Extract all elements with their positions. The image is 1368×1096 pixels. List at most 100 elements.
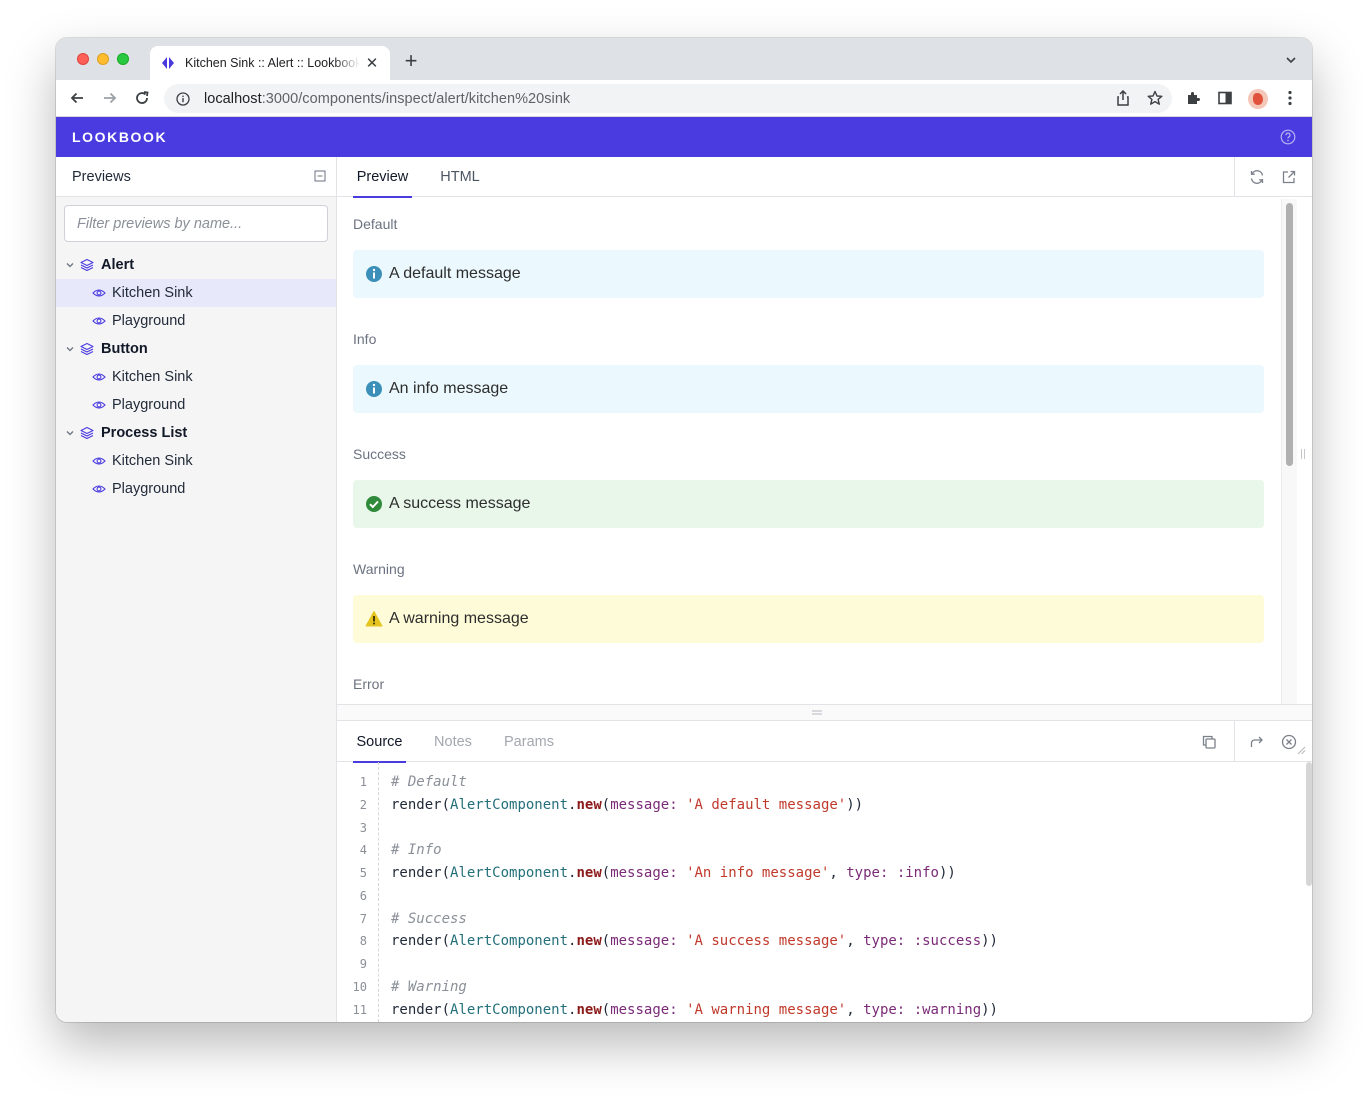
main-panel: Preview HTML Default A default message I… — [337, 157, 1312, 1022]
source-code-viewer: 1 # Default 2 render(AlertComponent.new(… — [337, 762, 1312, 1022]
code-paren: ( — [601, 933, 611, 949]
line-number: 9 — [359, 957, 367, 971]
code-line: 9 — [337, 954, 1312, 974]
drag-handle-icon[interactable] — [811, 709, 823, 716]
tab-title: Kitchen Sink :: Alert :: Lookbook — [185, 56, 360, 70]
resize-handle-icon[interactable] — [1300, 448, 1306, 460]
chevron-down-icon — [66, 347, 74, 352]
tree-item-alert-kitchen-sink[interactable]: Kitchen Sink — [56, 279, 336, 307]
sidebar-header: Previews — [56, 157, 336, 197]
tree-item-label: Kitchen Sink — [112, 369, 193, 385]
reload-icon[interactable] — [133, 89, 151, 107]
info-circle-icon — [366, 266, 382, 282]
section-label-success: Success — [353, 446, 406, 462]
tree-group-label: Process List — [101, 425, 188, 441]
previews-sidebar: Previews Alert Kitchen Sink Playground — [56, 157, 337, 1022]
tree-group-alert[interactable]: Alert — [56, 251, 336, 279]
forward-arrow-icon[interactable] — [101, 89, 119, 107]
open-in-new-window-icon[interactable] — [1281, 169, 1297, 185]
close-circle-icon[interactable] — [1281, 734, 1297, 750]
line-number: 4 — [359, 843, 367, 857]
panel-resize-divider[interactable] — [337, 704, 1312, 721]
refresh-icon[interactable] — [1249, 169, 1265, 185]
layers-icon — [80, 258, 94, 272]
tab-params[interactable]: Params — [504, 721, 554, 762]
profile-avatar-image — [1248, 89, 1268, 109]
line-number: 7 — [359, 912, 367, 926]
copy-icon[interactable] — [1201, 734, 1217, 750]
address-bar[interactable]: localhost:3000/components/inspect/alert/… — [164, 84, 1172, 113]
code-symbol: :info — [896, 865, 939, 881]
preview-tree: Alert Kitchen Sink Playground Button Kit… — [56, 251, 336, 503]
tree-item-button-playground[interactable]: Playground — [56, 391, 336, 419]
preview-scrollbar[interactable] — [1281, 199, 1297, 704]
share-icon[interactable] — [1114, 89, 1132, 107]
filter-previews-input[interactable] — [64, 205, 328, 242]
tree-item-alert-playground[interactable]: Playground — [56, 307, 336, 335]
new-tab-icon[interactable]: + — [400, 50, 422, 73]
eye-icon — [92, 457, 106, 465]
tree-item-label: Playground — [112, 313, 186, 329]
code-comma: , — [846, 1002, 864, 1018]
tab-search-chevron-icon[interactable] — [1284, 53, 1298, 67]
code-line: 10 # Warning — [337, 977, 1312, 997]
code-key: message: — [610, 797, 678, 813]
alert-default: A default message — [353, 250, 1264, 298]
tab-source[interactable]: Source — [353, 721, 406, 763]
tree-item-label: Playground — [112, 397, 186, 413]
site-info-icon[interactable] — [176, 91, 190, 106]
help-icon[interactable] — [1280, 129, 1296, 145]
warning-triangle-icon — [365, 611, 383, 627]
browser-tab-active[interactable]: Kitchen Sink :: Alert :: Lookbook ✕ — [150, 46, 390, 80]
tab-strip: Kitchen Sink :: Alert :: Lookbook ✕ + — [56, 38, 1312, 80]
side-panel-icon[interactable] — [1216, 89, 1234, 107]
code-render: render( — [391, 1002, 451, 1018]
tab-notes[interactable]: Notes — [434, 721, 472, 762]
line-number: 2 — [359, 798, 367, 812]
tree-group-process-list[interactable]: Process List — [56, 419, 336, 447]
code-comma: , — [846, 933, 864, 949]
eye-icon — [92, 401, 106, 409]
code-key: message: — [610, 933, 678, 949]
tree-group-label: Button — [101, 341, 148, 357]
close-window-button[interactable] — [77, 53, 89, 65]
code-line: 2 render(AlertComponent.new(message: 'A … — [337, 795, 1312, 815]
tree-item-button-kitchen-sink[interactable]: Kitchen Sink — [56, 363, 336, 391]
code-constant: AlertComponent — [450, 865, 569, 881]
tree-group-button[interactable]: Button — [56, 335, 336, 363]
browser-menu-icon[interactable] — [1281, 89, 1299, 107]
maximize-window-button[interactable] — [117, 53, 129, 65]
close-tab-icon[interactable]: ✕ — [364, 55, 380, 72]
alert-info: An info message — [353, 365, 1264, 413]
preview-frame: Default A default message Info An info m… — [337, 197, 1297, 704]
alert-warning: A warning message — [353, 595, 1264, 643]
tree-item-process-list-kitchen-sink[interactable]: Kitchen Sink — [56, 447, 336, 475]
inspector-actions — [1234, 721, 1312, 762]
tab-html[interactable]: HTML — [438, 157, 482, 197]
back-arrow-icon[interactable] — [68, 89, 86, 107]
chevron-down-icon — [66, 263, 74, 268]
section-label-error: Error — [353, 676, 385, 692]
bookmark-star-icon[interactable] — [1146, 89, 1164, 107]
check-circle-icon — [366, 496, 382, 512]
chevron-down-icon — [66, 431, 74, 436]
minimize-window-button[interactable] — [97, 53, 109, 65]
profile-avatar[interactable] — [1247, 88, 1269, 110]
code-line: 8 render(AlertComponent.new(message: 'A … — [337, 931, 1312, 951]
collapse-all-icon[interactable] — [314, 170, 326, 182]
brand-logo-text[interactable]: LOOKBOOK — [72, 129, 167, 145]
line-number: 3 — [359, 821, 367, 835]
code-key: type: — [863, 933, 906, 949]
preview-scrollbar-thumb[interactable] — [1286, 203, 1293, 466]
code-method: new — [576, 797, 602, 813]
code-symbol: :warning — [913, 1002, 982, 1018]
code-string: 'An info message' — [686, 865, 830, 881]
code-text: render(AlertComponent.new(message: 'A de… — [391, 797, 863, 813]
tab-preview[interactable]: Preview — [353, 157, 412, 198]
code-line: 1 # Default — [337, 772, 1312, 792]
tree-item-process-list-playground[interactable]: Playground — [56, 475, 336, 503]
share-arrow-icon[interactable] — [1249, 734, 1265, 750]
code-symbol: :success — [913, 933, 982, 949]
extensions-puzzle-icon[interactable] — [1184, 89, 1202, 107]
code-comment: # Success — [391, 911, 467, 927]
